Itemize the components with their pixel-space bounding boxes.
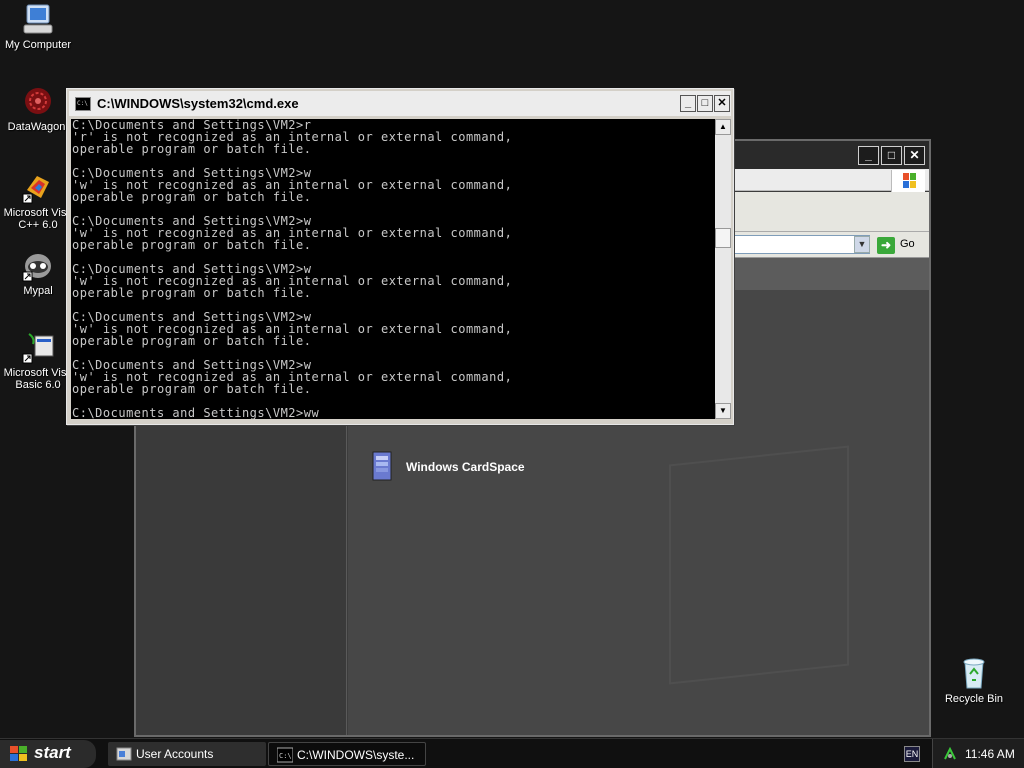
scroll-down-arrow-icon[interactable]: ▼ [715,403,731,419]
desktop-icon-label: Recycle Bin [944,693,1004,705]
minimize-button[interactable]: _ [858,146,879,165]
start-button[interactable]: start [0,740,96,768]
network-icon[interactable] [943,747,957,761]
watermark-graphic [669,445,849,685]
svg-text:C:\: C:\ [279,752,292,760]
taskbar-button-label: C:\WINDOWS\syste... [297,748,415,762]
cmd-titlebar[interactable]: C:\ C:\WINDOWS\system32\cmd.exe _ □ ✕ [69,91,731,116]
chevron-down-icon[interactable]: ▼ [854,236,870,253]
windows-logo-icon [10,746,27,761]
system-tray: 11:46 AM [932,739,1024,768]
close-button[interactable]: ✕ [714,95,730,112]
start-label: start [34,743,71,762]
my-computer-icon [21,2,55,36]
desktop-icon-datawagon[interactable]: DataWagon. [0,84,76,133]
taskbar-button-label: User Accounts [136,747,214,761]
desktop-icon-label: Mypal [23,285,53,297]
desktop-icon-recycle-bin[interactable]: Recycle Bin [936,656,1012,705]
language-indicator[interactable]: EN [904,746,920,762]
desktop-icon-visual-cpp[interactable]: Microsoft Visu C++ 6.0 [0,170,76,231]
taskbar: start User Accounts C:\ C:\WINDOWS\syste… [0,738,1024,768]
visual-basic-icon [21,330,55,364]
desktop-icon-visual-basic[interactable]: Microsoft Visu Basic 6.0 [0,330,76,391]
datawagon-icon [21,84,55,118]
go-button[interactable]: Go [900,238,915,250]
desktop-icon-label: DataWagon. [7,121,69,133]
console-text: C:\Documents and Settings\VM2>r 'r' is n… [72,119,513,419]
vertical-scrollbar[interactable]: ▲ ▼ [715,119,731,419]
close-button[interactable]: ✕ [904,146,925,165]
user-accounts-icon [116,747,132,761]
clock[interactable]: 11:46 AM [965,747,1015,761]
maximize-button[interactable]: □ [697,95,713,112]
windows-cardspace-link[interactable]: Windows CardSpace [406,460,525,474]
windows-flag-icon [891,170,925,192]
minimize-button[interactable]: _ [680,95,696,112]
taskbar-button-cmd[interactable]: C:\ C:\WINDOWS\syste... [268,742,426,766]
maximize-button[interactable]: □ [881,146,902,165]
desktop-icon-label: Microsoft Visu C++ 6.0 [3,207,73,231]
desktop-icon-label: Microsoft Visu Basic 6.0 [3,367,73,391]
visual-cpp-icon [21,170,55,204]
go-arrow-icon[interactable]: ➜ [877,237,895,254]
cmd-icon: C:\ [277,747,293,763]
taskbar-button-user-accounts[interactable]: User Accounts [108,742,266,766]
scroll-up-arrow-icon[interactable]: ▲ [715,119,731,135]
cmd-window-title: C:\WINDOWS\system32\cmd.exe [97,96,299,111]
desktop-icon-my-computer[interactable]: My Computer [0,2,76,51]
mypal-icon [21,248,55,282]
recycle-bin-icon [957,656,991,690]
scrollbar-thumb[interactable] [715,228,731,248]
cardspace-icon [370,450,394,481]
cmd-icon: C:\ [75,97,91,111]
cmd-window[interactable]: C:\ C:\WINDOWS\system32\cmd.exe _ □ ✕ C:… [66,88,734,425]
console-output[interactable]: C:\Documents and Settings\VM2>r 'r' is n… [71,119,715,419]
desktop-icon-label: My Computer [4,39,72,51]
desktop-icon-mypal[interactable]: Mypal [0,248,76,297]
